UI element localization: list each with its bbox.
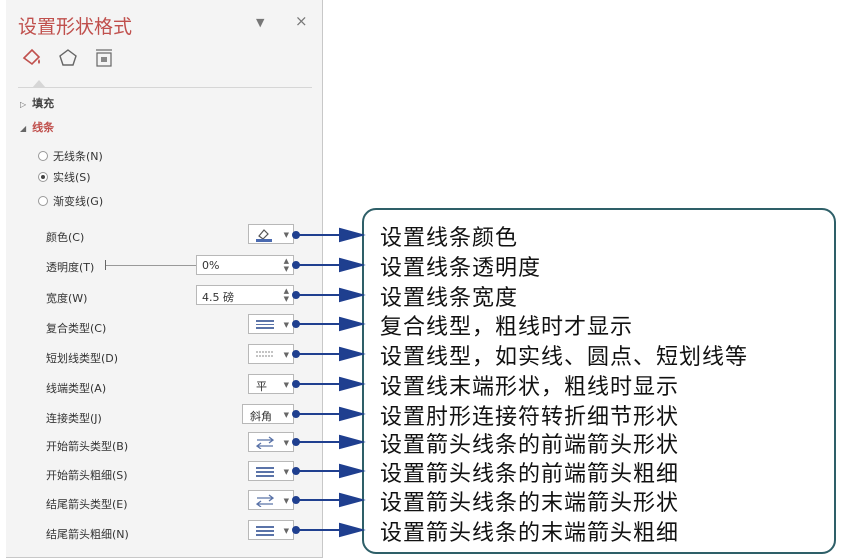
connector-arrow [292, 287, 366, 303]
annotation-end-arrow-size: 设置箭头线条的末端箭头粗细 [380, 521, 680, 546]
annotation-cap: 设置线末端形状，粗线时显示 [380, 375, 680, 400]
annotation-compound: 复合线型，粗线时才显示 [380, 315, 634, 340]
connector-arrow [292, 463, 366, 479]
connector-arrow [292, 434, 366, 450]
annotation-begin-arrow-type: 设置箭头线条的前端箭头形状 [380, 433, 680, 458]
connector-arrow [292, 376, 366, 392]
annotation-color: 设置线条颜色 [380, 226, 519, 251]
annotation-begin-arrow-size: 设置箭头线条的前端箭头粗细 [380, 462, 680, 487]
annotation-transparency: 设置线条透明度 [380, 256, 542, 281]
connector-arrow [292, 227, 366, 243]
annotation-dash: 设置线型，如实线、圆点、短划线等 [380, 345, 749, 370]
connector-arrow [292, 346, 366, 362]
connector-arrow [292, 522, 366, 538]
annotation-width: 设置线条宽度 [380, 286, 519, 311]
connector-arrow [292, 406, 366, 422]
connector-arrow [292, 257, 366, 273]
connector-arrow [292, 316, 366, 332]
annotation-end-arrow-type: 设置箭头线条的末端箭头形状 [380, 491, 680, 516]
connector-arrow [292, 492, 366, 508]
